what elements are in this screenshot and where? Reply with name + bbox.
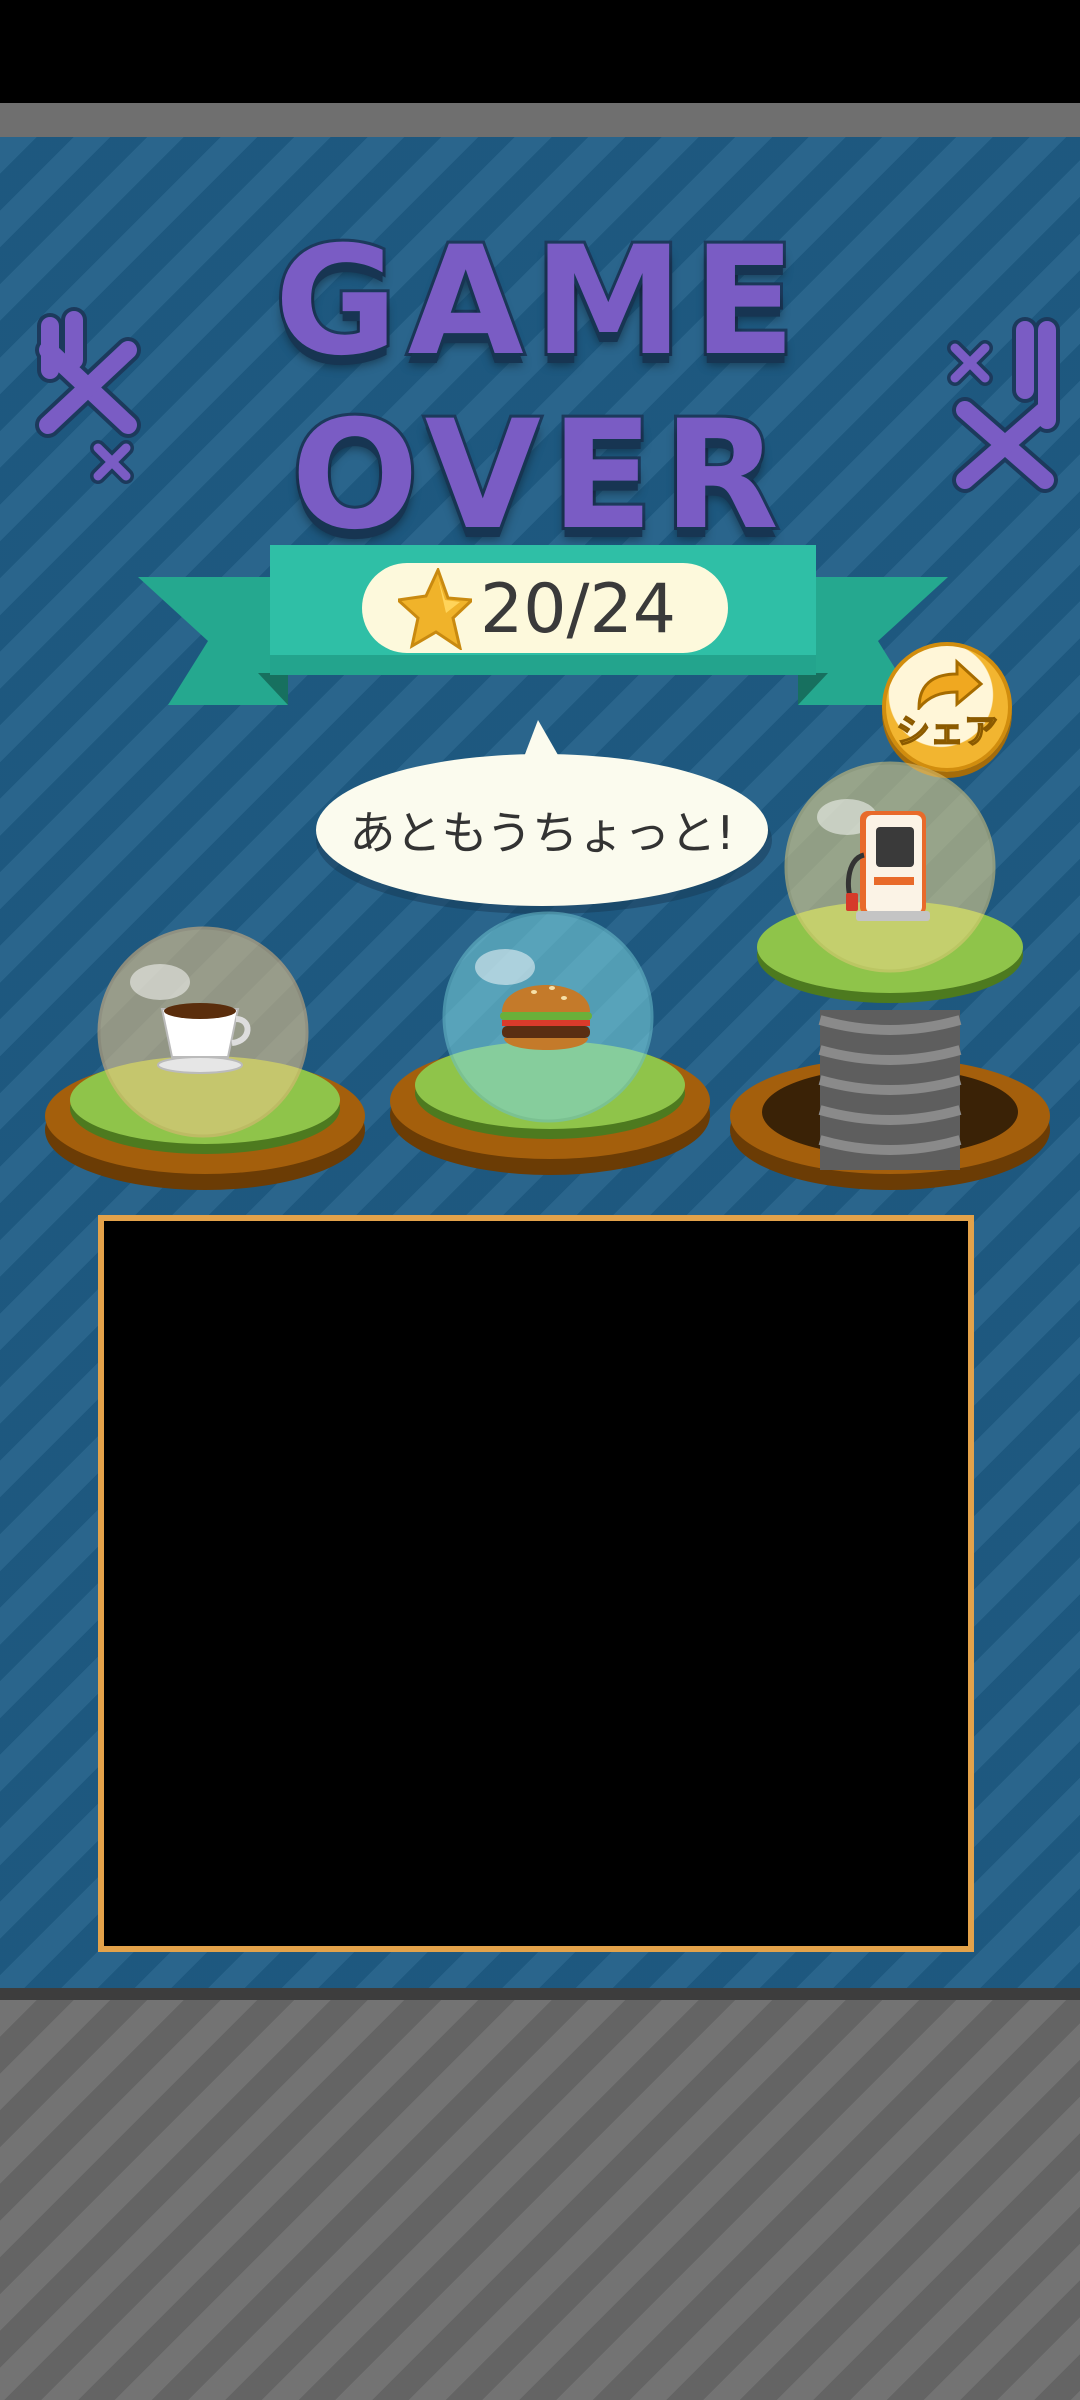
share-arrow-icon [917, 658, 984, 710]
score-value: 20/24 [480, 570, 676, 649]
share-button[interactable]: シェア [882, 642, 1012, 772]
game-over-title: GAME OVER [272, 212, 806, 566]
top-strip [0, 103, 1080, 137]
bottom-area [0, 2000, 1080, 2400]
gas-pump-icon [845, 811, 930, 921]
star-icon [398, 568, 472, 650]
status-bar [0, 0, 1080, 103]
message-text: あともうちょっと! [349, 806, 735, 860]
coffee-cup-icon [157, 1003, 251, 1074]
hamburger-icon [500, 985, 592, 1050]
share-label: シェア [895, 711, 999, 753]
panel-divider [0, 1988, 1080, 2000]
ad-frame [98, 1215, 974, 1952]
